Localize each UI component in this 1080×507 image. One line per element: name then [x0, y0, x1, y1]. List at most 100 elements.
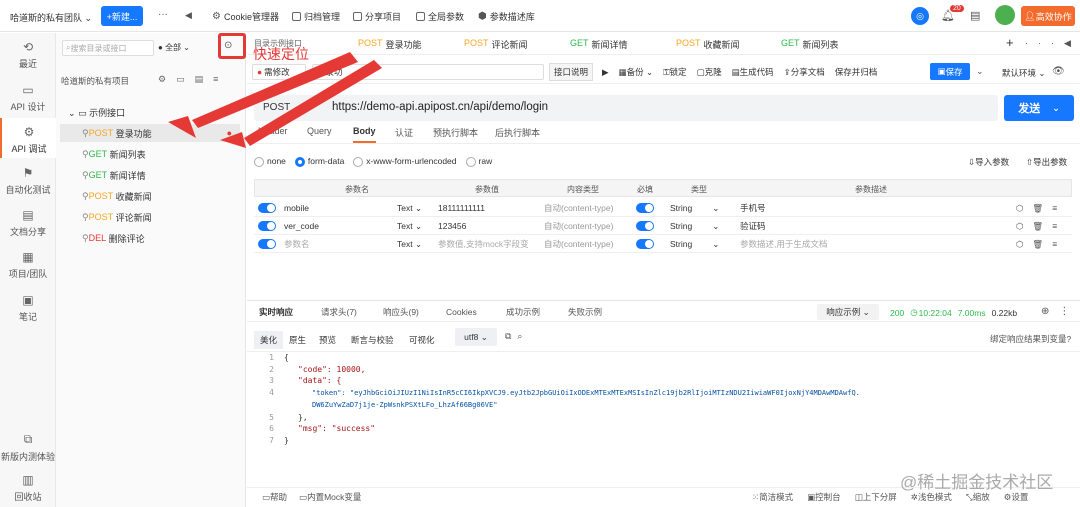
copy-search-icons[interactable]: ⧉⌕	[505, 331, 528, 342]
eye-icon[interactable]: 👁︎	[1052, 66, 1065, 77]
tab-auth[interactable]: 认证	[395, 126, 413, 139]
tab-nav-icons[interactable]: ···◀▶	[1025, 38, 1080, 49]
type-select[interactable]: String ⌄	[670, 199, 719, 217]
tab-beautify[interactable]: 美化	[254, 331, 284, 349]
collab-button[interactable]: 👤︎ 高效协作	[1021, 6, 1075, 26]
nav-notes[interactable]: ▣ 笔记	[0, 293, 56, 323]
param-type-select[interactable]: Text ⌄	[397, 199, 422, 217]
save-button[interactable]: ▣ 保存	[930, 63, 970, 80]
tab-preview[interactable]: 预览	[319, 334, 351, 346]
required-toggle[interactable]	[636, 235, 654, 253]
param-value-input[interactable]: 123456	[438, 217, 466, 235]
param-value-input[interactable]: 18111111111	[438, 199, 485, 217]
help-button[interactable]: ▭帮助	[262, 491, 287, 503]
team-selector[interactable]: 哈道斯的私有团队 ⌄	[10, 11, 92, 24]
response-example-select[interactable]: 响应示例 ⌄	[817, 304, 879, 320]
tab-success-example[interactable]: 成功示例	[506, 306, 568, 318]
tab-comment[interactable]: POST 评论新闻	[464, 38, 528, 51]
tree-search-input[interactable]: ⌕ 搜索目录或接口	[62, 40, 154, 56]
type-select[interactable]: String ⌄	[670, 235, 719, 253]
nav-trash[interactable]: ▥ 回收站	[0, 473, 56, 503]
tab-news-list[interactable]: GET 新闻列表	[781, 38, 839, 51]
content-type-input[interactable]: 自动(content-type)	[544, 199, 613, 217]
param-name-input[interactable]: 参数名	[284, 235, 310, 253]
more-icon[interactable]: ···	[158, 9, 168, 20]
param-name-input[interactable]: ver_code	[284, 217, 319, 235]
nav-share-project[interactable]: 分享项目	[353, 10, 401, 23]
tab-assert[interactable]: 断言与校验	[351, 334, 409, 346]
run-icon[interactable]: ▶	[602, 67, 609, 78]
nav-param-library[interactable]: ⬢ 参数描述库	[478, 10, 535, 23]
content-type-input[interactable]: 自动(content-type)	[544, 217, 613, 235]
nav-archive[interactable]: 归档管理	[292, 10, 340, 23]
radio-raw[interactable]: raw	[465, 156, 492, 167]
tab-visualize[interactable]: 可视化	[409, 334, 447, 346]
export-params-button[interactable]: ⇧导出参数	[1026, 156, 1067, 168]
nav-cookie-manager[interactable]: ⚙ Cookie管理器	[212, 10, 279, 23]
tab-live-response[interactable]: 实时响应	[259, 306, 321, 318]
nav-project-team[interactable]: ▦ 项目/团队	[0, 250, 56, 280]
response-code-view[interactable]: 1{ 2 "code": 10000, 3 "data": { 4 "token": …	[258, 352, 1076, 446]
clone-button[interactable]: ▢克隆	[697, 66, 722, 78]
save-archive-button[interactable]: 保存并归档	[835, 66, 878, 78]
tab-response-headers[interactable]: 响应头(9)	[383, 306, 446, 318]
mock-vars-button[interactable]: ▭内置Mock变量	[299, 491, 361, 503]
content-type-input[interactable]: 自动(content-type)	[544, 235, 613, 253]
compact-mode-button[interactable]: ⁙简洁模式	[752, 491, 793, 503]
env-select[interactable]: 默认环境 ⌄	[1002, 67, 1046, 79]
tab-pre-script[interactable]: 预执行脚本	[433, 126, 478, 139]
document-icon[interactable]: ▤	[970, 9, 980, 22]
param-desc-input[interactable]: 参数描述,用于生成文档	[740, 235, 827, 253]
bind-response-link[interactable]: 绑定响应结果到变量?	[990, 333, 1071, 345]
radio-form-data[interactable]: form-data	[294, 156, 344, 167]
required-toggle[interactable]	[636, 217, 654, 235]
nav-global-params[interactable]: 全局参数	[416, 10, 464, 23]
param-desc-input[interactable]: 验证码	[740, 217, 766, 235]
enable-toggle[interactable]	[258, 235, 276, 253]
tab-raw[interactable]: 原生	[289, 334, 319, 346]
tree-item[interactable]: ⚲ DEL 删除评论	[60, 229, 240, 247]
tree-item[interactable]: ⚲ GET 新闻详情	[60, 166, 240, 184]
sync-icon[interactable]: ◎	[911, 7, 929, 25]
nav-api-design[interactable]: ▭ API 设计	[0, 83, 56, 113]
enable-toggle[interactable]	[258, 217, 276, 235]
import-params-button[interactable]: ⇩导入参数	[968, 156, 1009, 168]
row-action-icons[interactable]: ⬡🗑︎≡	[1016, 217, 1066, 235]
param-value-input[interactable]: 参数值,支持mock字段变	[438, 235, 538, 253]
tab-cookies[interactable]: Cookies	[446, 307, 506, 317]
enable-toggle[interactable]	[258, 199, 276, 217]
avatar[interactable]	[995, 5, 1015, 25]
tab-request-headers[interactable]: 请求头(7)	[321, 306, 383, 318]
tab-post-script[interactable]: 后执行脚本	[495, 126, 540, 139]
folder-example[interactable]: ⌄ ▭ 示例接口	[68, 106, 125, 119]
param-type-select[interactable]: Text ⌄	[397, 235, 422, 253]
add-tab-icon[interactable]: +	[1006, 35, 1014, 50]
nav-doc-share[interactable]: ▤ 文档分享	[0, 208, 56, 238]
row-action-icons[interactable]: ⬡🗑︎≡	[1016, 199, 1066, 217]
globe-more-icons[interactable]: ⊕⋮	[1041, 306, 1079, 317]
api-desc-button[interactable]: 接口说明	[549, 63, 593, 81]
nav-recent[interactable]: ⟲ 最近	[0, 40, 56, 70]
gen-code-button[interactable]: ▤生成代码	[732, 66, 774, 78]
param-name-input[interactable]: mobile	[284, 199, 309, 217]
share-doc-button[interactable]: ⇪分享文档	[784, 66, 825, 78]
param-type-select[interactable]: Text ⌄	[397, 217, 422, 235]
nav-auto-test[interactable]: ⚑ 自动化测试	[0, 166, 56, 196]
backup-button[interactable]: ▦备份 ⌄	[619, 66, 654, 78]
split-screen-button[interactable]: ◫上下分屏	[855, 491, 897, 503]
tab-favorite[interactable]: POST 收藏新闻	[676, 38, 740, 51]
save-dropdown-icon[interactable]: ⌄	[976, 66, 984, 77]
tab-news-detail[interactable]: GET 新闻详情	[570, 38, 628, 51]
tab-fail-example[interactable]: 失败示例	[568, 306, 602, 318]
tree-item[interactable]: ⚲ POST 收藏新闻	[60, 187, 240, 205]
required-toggle[interactable]	[636, 199, 654, 217]
row-action-icons[interactable]: ⬡🗑︎≡	[1016, 235, 1066, 253]
back-icon[interactable]: ◀	[185, 10, 192, 21]
encoding-select[interactable]: utf8 ⌄	[455, 328, 497, 346]
nav-api-debug[interactable]: ⚙ API 调试	[0, 118, 56, 158]
tree-item[interactable]: ⚲ POST 评论新闻	[60, 208, 240, 226]
nav-beta[interactable]: ⧉ 新版内测体验	[0, 432, 56, 463]
send-button[interactable]: 发送 ⌄	[1004, 95, 1074, 121]
lock-button[interactable]: ⚿锁定	[663, 66, 686, 78]
new-button[interactable]: +新建...	[101, 6, 143, 26]
